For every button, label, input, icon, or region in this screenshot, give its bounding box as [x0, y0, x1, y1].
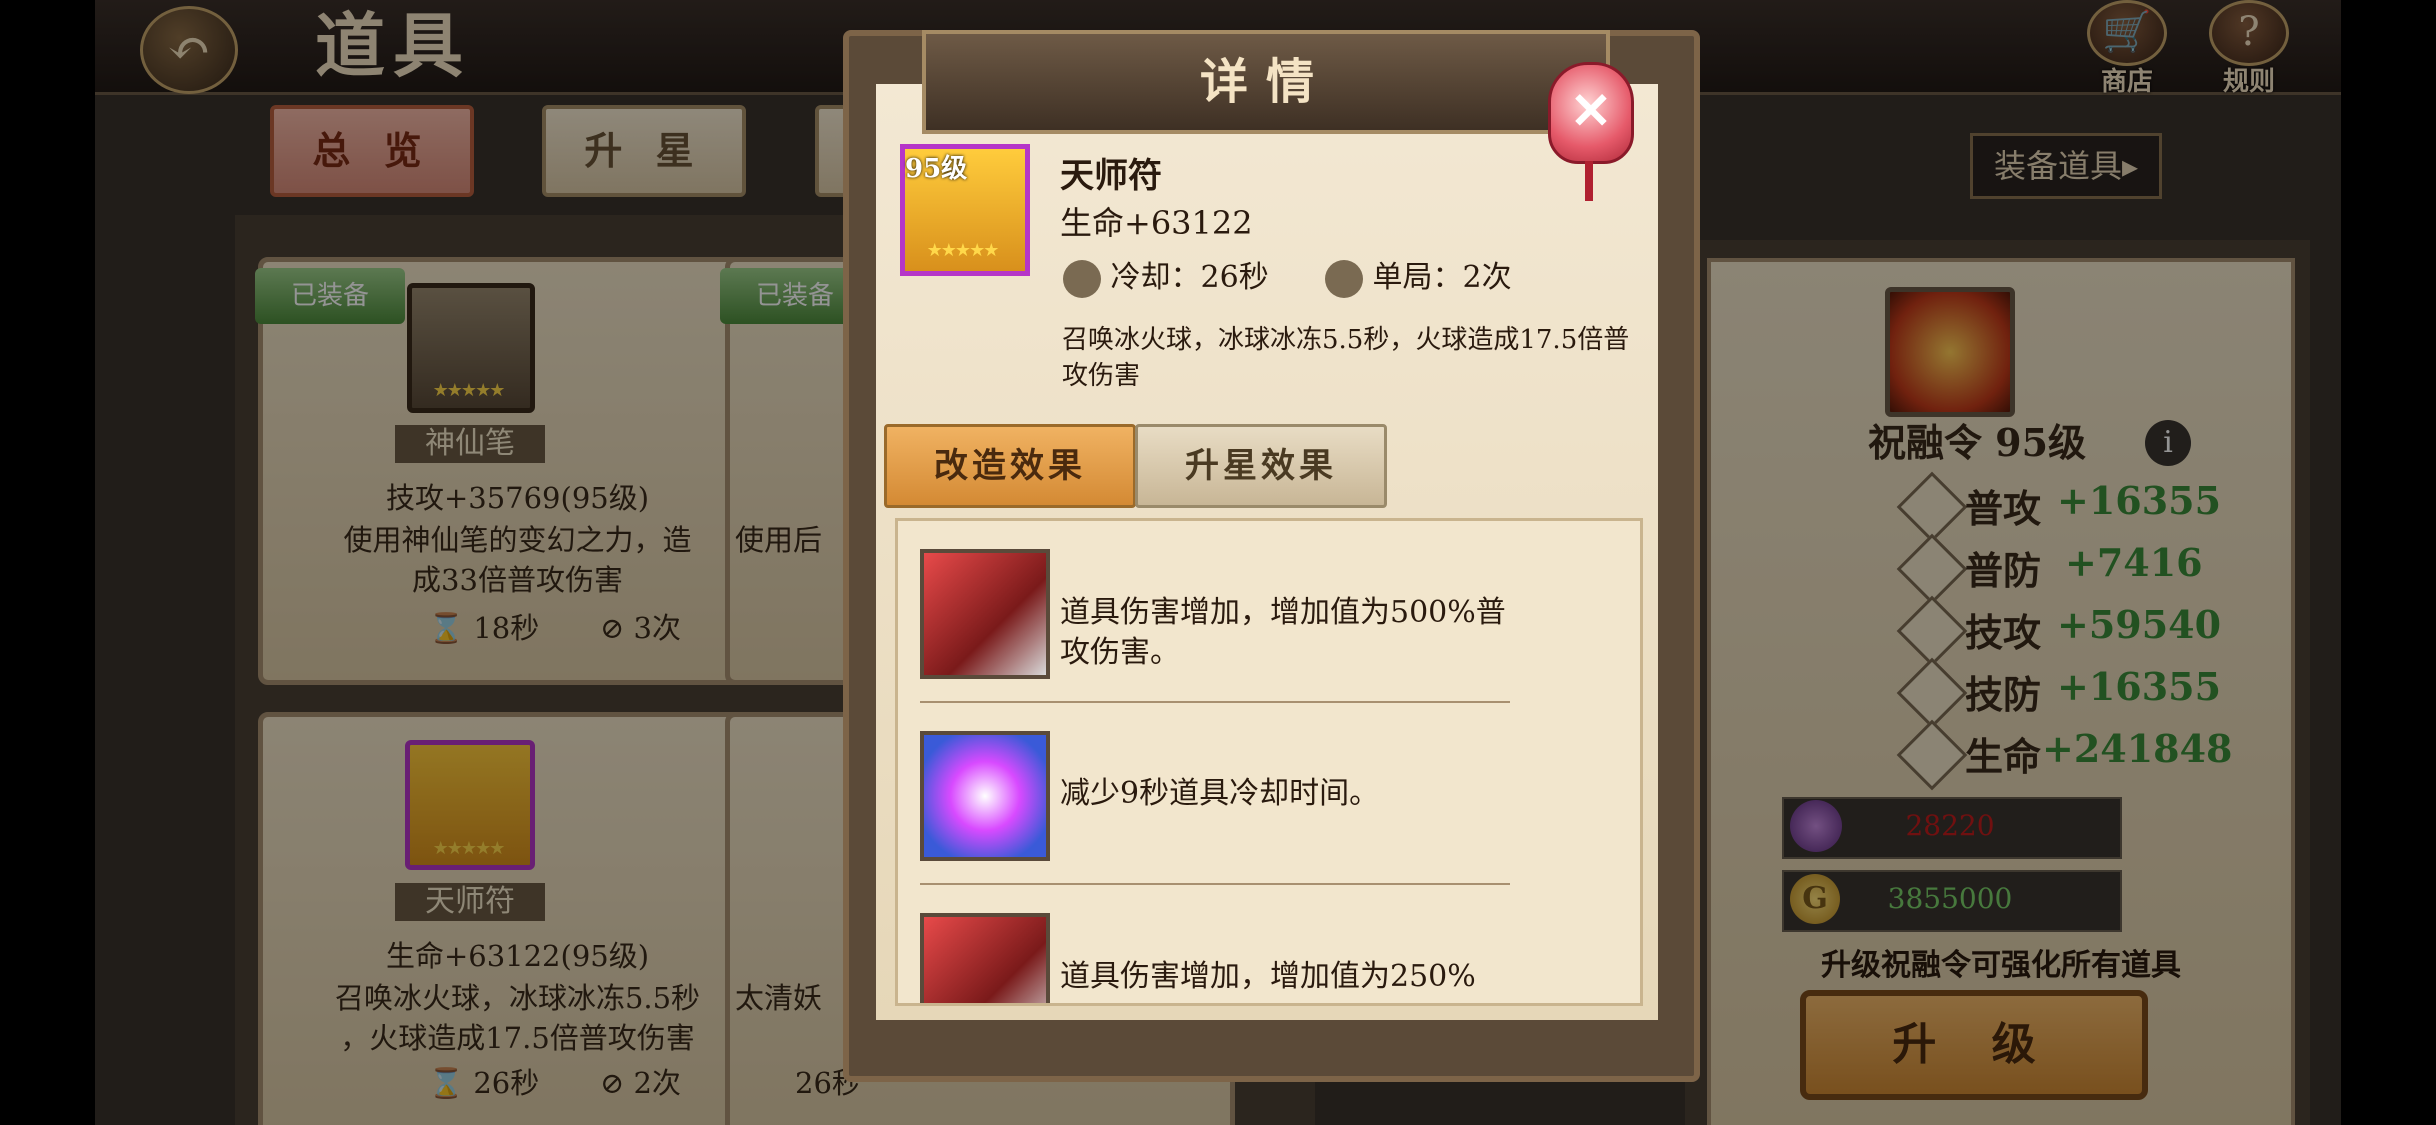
- tab-star-effect[interactable]: 升星效果: [1135, 424, 1387, 508]
- item-uses: ⊘ 2次: [600, 1063, 700, 1103]
- divider: [920, 883, 1510, 885]
- item-name: 天师符: [395, 883, 545, 921]
- item-desc-line: 太清妖: [735, 981, 823, 1015]
- stat-name: 普攻: [1965, 486, 2042, 531]
- close-icon: ✕: [1570, 81, 1612, 140]
- tab-modify-effect[interactable]: 改造效果: [884, 424, 1136, 508]
- stat-name: 技攻: [1965, 610, 2042, 655]
- item-stat: 技攻+35769(95级): [385, 481, 650, 515]
- uses-value: 2次: [633, 1066, 681, 1100]
- stat-value: +241848: [2042, 726, 2233, 771]
- item-stat: 生命+63122(95级): [385, 939, 650, 973]
- item-desc-line: 使用神仙笔的变幻之力，造: [343, 523, 692, 557]
- slash-icon: ⊘: [600, 1066, 625, 1100]
- cooldown-value: 18秒: [473, 611, 540, 645]
- item-desc-line: ，火球造成17.5倍普攻伤害: [340, 1021, 695, 1055]
- tab-overview[interactable]: 总 览: [270, 105, 474, 197]
- rules-label: 规则: [2222, 67, 2275, 97]
- effect-text: 道具伤害增加，增加值为250%: [1060, 959, 1476, 994]
- gem-amount: 28220: [1905, 809, 1995, 842]
- cooldown-value: 26秒: [473, 1066, 540, 1100]
- effect-text: 减少9秒道具冷却时间。: [1060, 776, 1380, 811]
- sword-slash-icon: [920, 913, 1050, 1003]
- effect-text: 道具伤害增加，增加值为500%普攻伤害。: [1060, 595, 1506, 670]
- page-title: 道具: [315, 4, 471, 87]
- item-cooldown: ⌛ 18秒: [428, 608, 548, 648]
- stat-name: 普防: [1965, 548, 2042, 593]
- back-arrow-icon: ↶: [167, 19, 211, 79]
- game-screen: ↶ 道具 🛒 商店 ? 规则 总 览 升 星 装备道具▸ 已装备 ★★★★★ 神…: [95, 0, 2341, 1125]
- shop-button[interactable]: 🛒 商店: [2080, 0, 2174, 97]
- cooldown-value: 冷却：26秒: [1110, 260, 1269, 295]
- item-desc-line: 使用后: [735, 523, 823, 557]
- item-name: 神仙笔: [395, 425, 545, 463]
- shop-label: 商店: [2100, 67, 2153, 97]
- stat-name: 技防: [1965, 672, 2042, 717]
- equip-items-button[interactable]: 装备道具▸: [1970, 133, 2162, 199]
- rules-button[interactable]: ? 规则: [2202, 0, 2296, 97]
- token-item-icon: [1885, 287, 2015, 417]
- gold-amount: 3855000: [1887, 882, 2013, 915]
- vortex-icon: [920, 731, 1050, 861]
- star-rating-icon: ★★★★★: [432, 380, 506, 401]
- close-button[interactable]: ✕: [1548, 62, 1634, 201]
- stat-value: +59540: [2057, 602, 2222, 647]
- upgrade-hint: 升级祝融令可强化所有道具: [1821, 948, 2181, 983]
- item-desc-line: 成33倍普攻伤害: [412, 563, 623, 597]
- equipped-badge: 已装备: [255, 268, 405, 324]
- item-stat: 生命+63122: [1060, 204, 1253, 242]
- item-desc-line: 召唤冰火球，冰球冰冻5.5秒: [334, 981, 701, 1015]
- token-title: 祝融令 95级: [1867, 420, 2087, 465]
- tab-star-up[interactable]: 升 星: [542, 105, 746, 197]
- item-uses: 单局：2次: [1325, 252, 1512, 298]
- stat-value: +7416: [2065, 540, 2203, 585]
- star-rating-icon: ★★★★★: [926, 240, 1000, 261]
- sword-slash-icon: [920, 549, 1050, 679]
- question-icon: ?: [2209, 0, 2289, 66]
- cart-icon: 🛒: [2087, 0, 2167, 66]
- modal-title: 详情: [922, 30, 1610, 134]
- lantern-tassel: [1585, 161, 1593, 201]
- info-icon[interactable]: i: [2145, 420, 2191, 466]
- hourglass-icon: ⌛: [428, 1066, 465, 1100]
- upgrade-button[interactable]: 升 级: [1800, 990, 2148, 1100]
- uses-value: 单局：2次: [1372, 260, 1512, 295]
- item-description: 召唤冰火球，冰球冰冻5.5秒，火球造成17.5倍普攻伤害: [1062, 325, 1630, 391]
- back-button[interactable]: ↶: [140, 6, 238, 94]
- star-rating-icon: ★★★★★: [432, 838, 506, 859]
- effects-list[interactable]: 道具伤害增加，增加值为500%普攻伤害。 减少9秒道具冷却时间。 道具伤害增加，…: [895, 518, 1643, 1006]
- item-level: 95级: [905, 154, 968, 184]
- item-cooldown: 冷却：26秒: [1063, 252, 1269, 298]
- uses-value: 3次: [633, 611, 681, 645]
- stat-value: +16355: [2057, 478, 2222, 523]
- stat-value: +16355: [2057, 664, 2222, 709]
- hourglass-icon: [1063, 260, 1101, 298]
- item-uses: ⊘ 3次: [600, 608, 700, 648]
- slash-icon: [1325, 260, 1363, 298]
- divider: [920, 701, 1510, 703]
- item-name: 天师符: [1060, 156, 1162, 196]
- hourglass-icon: ⌛: [428, 611, 465, 645]
- slash-icon: ⊘: [600, 611, 625, 645]
- stat-name: 生命: [1965, 734, 2042, 779]
- item-cooldown: ⌛ 26秒: [428, 1063, 548, 1103]
